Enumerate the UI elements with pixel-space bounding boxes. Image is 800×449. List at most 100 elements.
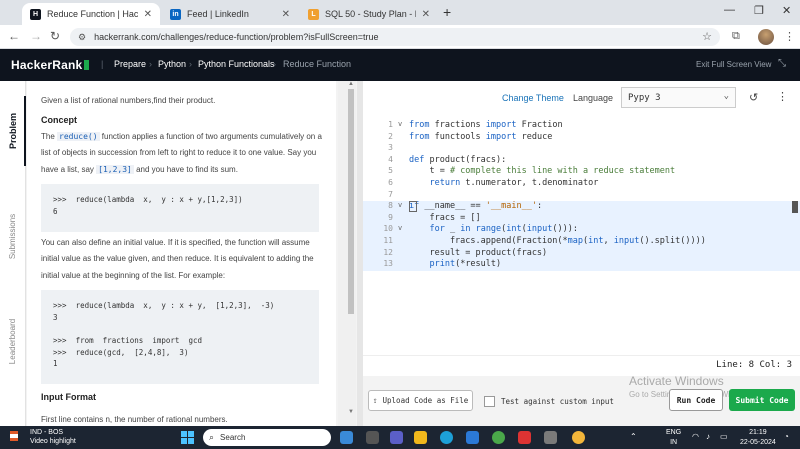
new-tab-icon[interactable]: + — [443, 4, 451, 20]
minimize-icon[interactable]: — — [724, 4, 735, 16]
profile-avatar[interactable] — [758, 29, 774, 45]
breadcrumb-python-functionals[interactable]: Python Functionals — [198, 59, 275, 69]
clock-time: 21:19 — [749, 429, 767, 436]
address-bar-row: ← → ↻ ⚙ hackerrank.com/challenges/reduce… — [0, 25, 800, 49]
task-view-icon[interactable] — [366, 431, 379, 444]
action-bar: ⇪ Upload Code as File Test against custom… — [363, 374, 800, 426]
notification-bell-icon[interactable]: ◔ — [784, 432, 789, 441]
windows-start-icon[interactable] — [181, 431, 194, 444]
site-info-icon[interactable]: ⚙ — [78, 32, 86, 43]
custom-input-label[interactable]: Test against custom input — [501, 397, 614, 406]
fold-chevron-icon: v — [398, 120, 403, 128]
more-options-icon[interactable]: ⋮ — [777, 90, 788, 103]
app-icon-2[interactable] — [544, 431, 557, 444]
system-clock[interactable]: 21:19 22-05-2024 — [740, 428, 776, 448]
browser-menu-icon[interactable]: ⋮ — [784, 30, 795, 43]
hackerrank-icon: H — [30, 8, 41, 20]
text-cursor — [409, 201, 417, 213]
language-value: Pypy 3 — [628, 93, 661, 103]
upload-label: Upload Code as File — [382, 396, 469, 405]
hackerrank-header: HackerRank | Prepare › Python › Python F… — [0, 49, 800, 81]
breadcrumb-separator: › — [189, 59, 192, 69]
scroll-thumb[interactable] — [348, 89, 354, 314]
editor-scroll-marker[interactable] — [792, 201, 798, 213]
code-line: 4 def product(fracs): — [388, 154, 507, 165]
run-label: Run Code — [676, 395, 716, 405]
inline-code: [1,2,3] — [96, 164, 134, 174]
mcafee-icon[interactable] — [518, 431, 531, 444]
collapse-icon[interactable]: ⤡ — [778, 58, 786, 69]
tab-problem[interactable]: Problem — [0, 96, 26, 166]
text: The — [41, 132, 58, 141]
scroll-up-icon[interactable]: ▲ — [348, 81, 354, 87]
teams-icon[interactable] — [390, 431, 403, 444]
bookmark-star-icon[interactable]: ☆ — [702, 30, 712, 43]
submit-code-button[interactable]: Submit Code — [729, 389, 795, 411]
close-icon[interactable]: ✕ — [282, 9, 290, 20]
tab-linkedin[interactable]: in Feed | LinkedIn ✕ — [162, 3, 298, 25]
code-line: 7 — [388, 189, 393, 199]
search-placeholder: Search — [220, 433, 246, 442]
app-icon[interactable] — [492, 431, 505, 444]
code-line: 11 fracs.append(Fraction(*map(int, input… — [363, 236, 800, 248]
taskbar-search[interactable]: ⌕ Search — [203, 429, 331, 446]
chrome-icon[interactable] — [572, 431, 585, 444]
tab-problem-label: Problem — [8, 112, 19, 150]
breadcrumb-separator: | — [101, 59, 104, 69]
code-example-1: >>> reduce(lambda x, y : x + y,[1,2,3]) … — [41, 184, 319, 232]
tab-leaderboard[interactable]: Leaderboard — [0, 301, 26, 381]
close-icon[interactable]: ✕ — [422, 9, 430, 20]
scroll-down-icon[interactable]: ▼ — [348, 409, 354, 415]
store-icon[interactable] — [466, 431, 479, 444]
upload-code-button[interactable]: ⇪ Upload Code as File — [368, 390, 473, 411]
run-code-button[interactable]: Run Code — [669, 389, 723, 411]
close-icon[interactable]: ✕ — [144, 9, 152, 20]
language-indicator[interactable]: ENG IN — [666, 428, 681, 448]
fold-chevron-icon: v — [398, 224, 403, 233]
fold-chevron-icon: v — [398, 201, 403, 210]
clock-date: 22-05-2024 — [740, 438, 776, 446]
wifi-icon[interactable]: ◠ — [692, 432, 699, 441]
exit-fullscreen-link[interactable]: Exit Full Screen View — [696, 60, 771, 69]
extensions-icon[interactable]: ⧉ — [732, 30, 740, 43]
problem-intro: Given a list of rational numbers,find th… — [41, 96, 216, 105]
concept-heading: Concept — [41, 115, 77, 125]
reload-icon[interactable]: ↻ — [50, 29, 60, 43]
windows-taskbar: IND - BOS Video highlight ⌕ Search ⌃ ENG IN… — [0, 426, 800, 449]
text: and you have to find its sum. — [133, 164, 238, 174]
window-close-icon[interactable]: ✕ — [782, 4, 791, 17]
logo-mark — [84, 60, 90, 70]
submit-label: Submit Code — [735, 395, 789, 405]
file-explorer-icon[interactable] — [414, 431, 427, 444]
custom-input-checkbox[interactable] — [484, 396, 495, 407]
forward-icon[interactable]: → — [30, 29, 42, 43]
problem-side-tabs: Problem Submissions Leaderboard — [0, 81, 26, 426]
back-icon[interactable]: ← — [8, 29, 20, 43]
tray-chevron-icon[interactable]: ⌃ — [630, 432, 637, 441]
copilot-icon[interactable] — [340, 431, 353, 444]
tab-hackerrank[interactable]: H Reduce Function | HackerRank ✕ — [22, 3, 160, 25]
battery-icon[interactable]: ▭ — [720, 432, 728, 441]
code-line: 13 print(*result) — [363, 259, 800, 271]
tab-submissions[interactable]: Submissions — [0, 196, 26, 276]
code-editor[interactable]: 1 v from fractions import Fraction 2 from f… — [363, 115, 800, 355]
editor-status-bar: Line: 8 Col: 3 — [363, 355, 800, 376]
news-subtitle: Video highlight — [30, 438, 76, 446]
hackerrank-logo[interactable]: HackerRank — [11, 58, 90, 72]
url-field[interactable]: ⚙ hackerrank.com/challenges/reduce-funct… — [70, 28, 720, 46]
edge-icon[interactable] — [440, 431, 453, 444]
problem-scrollbar[interactable]: ▲ ▼ — [338, 81, 356, 426]
breadcrumb-reduce-function: Reduce Function — [283, 59, 352, 69]
breadcrumb-separator: › — [149, 59, 152, 69]
concept-paragraph: The reduce() function applies a function… — [41, 129, 326, 178]
breadcrumb-python[interactable]: Python — [158, 59, 186, 69]
breadcrumb-prepare[interactable]: Prepare — [114, 59, 146, 69]
tab-leetcode[interactable]: L SQL 50 - Study Plan - LeetCode ✕ — [300, 3, 438, 25]
initial-value-paragraph: You can also define an initial value. If… — [41, 238, 314, 280]
change-theme-link[interactable]: Change Theme — [502, 93, 564, 103]
code-line: 5 t = # complete this line with a reduce… — [388, 166, 676, 177]
language-select[interactable]: Pypy 3 ⌄ — [621, 87, 736, 108]
history-icon[interactable]: ↺ — [749, 91, 758, 104]
restore-icon[interactable]: ❐ — [754, 4, 764, 17]
volume-icon[interactable]: ♪ — [706, 432, 710, 441]
